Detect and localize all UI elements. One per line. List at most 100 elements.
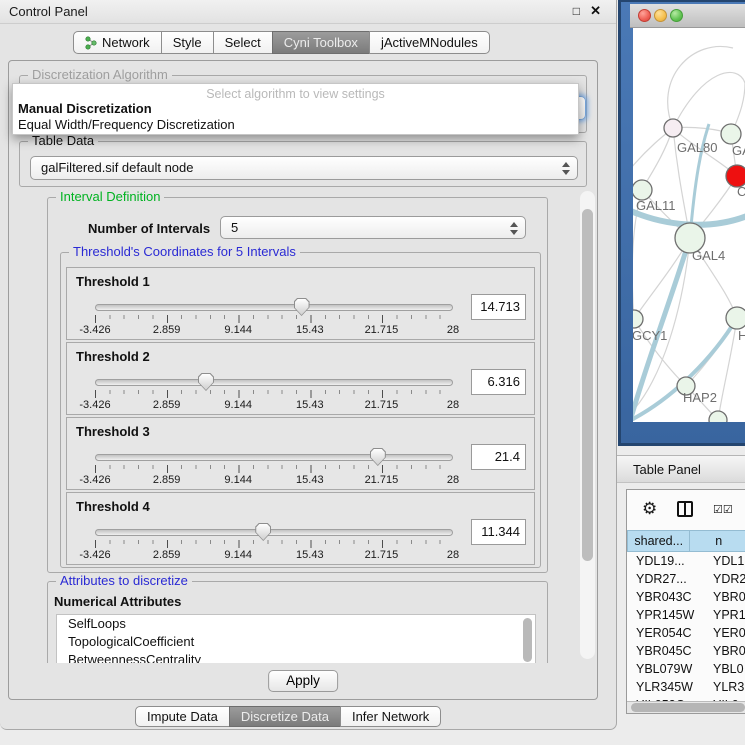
- threshold-1-slider[interactable]: -3.4262.8599.14415.4321.71528: [95, 304, 453, 337]
- tab-select[interactable]: Select: [213, 31, 273, 54]
- cell-name[interactable]: YBR0: [704, 642, 745, 660]
- popup-option-equal-width-frequency[interactable]: Equal Width/Frequency Discretization: [18, 117, 235, 132]
- table-row[interactable]: YDR27...YDR2: [627, 570, 745, 588]
- interval-definition-label: Interval Definition: [56, 189, 164, 204]
- attribute-list-item[interactable]: SelfLoops: [57, 615, 535, 633]
- attributes-to-discretize-label: Attributes to discretize: [56, 573, 192, 588]
- tab-style[interactable]: Style: [161, 31, 214, 54]
- slider-thumb-face: [371, 449, 385, 465]
- horizontal-scrollbar-thumb[interactable]: [631, 703, 745, 712]
- tab-infer-network-label: Infer Network: [352, 709, 429, 724]
- apply-button[interactable]: Apply: [268, 670, 338, 692]
- tick-label: 2.859: [153, 324, 181, 336]
- settings-scrollbar-thumb[interactable]: [582, 209, 593, 561]
- popup-option-manual-discretization[interactable]: Manual Discretization: [18, 101, 152, 116]
- table-row[interactable]: YPR145WYPR1: [627, 606, 745, 624]
- threshold-3-slider[interactable]: -3.4262.8599.14415.4321.71528: [95, 454, 453, 487]
- network-view-window[interactable]: GAL80GACGAL11GAL4GCY1HHAP2: [618, 0, 745, 446]
- network-node[interactable]: [633, 180, 652, 200]
- column-header-name[interactable]: n: [690, 530, 745, 552]
- table-row[interactable]: YBR045CYBR0: [627, 642, 745, 660]
- cell-name[interactable]: YBL0: [704, 660, 744, 678]
- cell-shared-name[interactable]: YPR145W: [627, 606, 704, 624]
- close-window-icon[interactable]: ✕: [590, 3, 601, 19]
- cell-shared-name[interactable]: YDL19...: [627, 552, 704, 570]
- tick-label: 9.144: [224, 474, 252, 486]
- cell-name[interactable]: YDL1: [704, 552, 744, 570]
- tab-network-label: Network: [102, 35, 150, 50]
- tab-network[interactable]: Network: [73, 31, 162, 54]
- numerical-attributes-list[interactable]: SelfLoopsTopologicalCoefficientBetweenne…: [56, 614, 536, 663]
- tick-label: -3.426: [79, 399, 110, 411]
- slider-thumb[interactable]: [294, 298, 310, 316]
- tab-impute-data[interactable]: Impute Data: [135, 706, 230, 727]
- table-row[interactable]: YBL079WYBL0: [627, 660, 745, 678]
- table-row[interactable]: YDL19...YDL1: [627, 552, 745, 570]
- cell-shared-name[interactable]: YBR045C: [627, 642, 704, 660]
- zoom-traffic-light-icon[interactable]: [670, 9, 683, 22]
- number-of-intervals-combobox[interactable]: 5: [220, 216, 526, 239]
- threshold-1-value-field[interactable]: 14.713: [471, 294, 526, 320]
- cell-shared-name[interactable]: YBL079W: [627, 660, 704, 678]
- minimize-traffic-light-icon[interactable]: [654, 9, 667, 22]
- slider-thumb[interactable]: [198, 373, 214, 391]
- threshold-3-value-field[interactable]: 21.4: [471, 444, 526, 470]
- tab-jactivemnodules[interactable]: jActiveMNodules: [369, 31, 490, 54]
- threshold-2-slider[interactable]: -3.4262.8599.14415.4321.71528: [95, 379, 453, 412]
- cell-name[interactable]: YLR3: [704, 678, 744, 696]
- slider-thumb[interactable]: [370, 448, 386, 466]
- columns-icon[interactable]: [677, 501, 693, 517]
- threshold-4-value-field[interactable]: 11.344: [471, 519, 526, 545]
- float-window-icon[interactable]: □: [573, 4, 580, 18]
- slider-ticks: [95, 465, 453, 473]
- network-node-label: C: [737, 184, 745, 199]
- cell-name[interactable]: YBR0: [704, 588, 745, 606]
- slider-thumb-face: [295, 299, 309, 315]
- network-canvas[interactable]: GAL80GACGAL11GAL4GCY1HHAP2: [633, 28, 745, 422]
- spinner-icon: [560, 162, 571, 175]
- tab-cyni-toolbox[interactable]: Cyni Toolbox: [272, 31, 370, 54]
- threshold-2-value-field[interactable]: 6.316: [471, 369, 526, 395]
- network-node[interactable]: [633, 310, 643, 328]
- numerical-attributes-label: Numerical Attributes: [54, 594, 181, 609]
- cell-name[interactable]: YPR1: [704, 606, 745, 624]
- network-node[interactable]: [726, 307, 745, 329]
- column-header-shared-name[interactable]: shared...: [627, 530, 690, 552]
- slider-track[interactable]: [95, 529, 453, 536]
- horizontal-scrollbar-track[interactable]: [627, 701, 745, 713]
- slider-track[interactable]: [95, 304, 453, 311]
- threshold-2-label: Threshold 2: [76, 349, 150, 364]
- tick-label: 21.715: [365, 474, 399, 486]
- cyni-toolbox-pane: Discretization Algorithm Select algorith…: [8, 60, 598, 700]
- table-row[interactable]: YER054CYER0: [627, 624, 745, 642]
- spinner-icon: [508, 222, 519, 235]
- table-row[interactable]: YLR345WYLR3: [627, 678, 745, 696]
- network-node[interactable]: [664, 119, 682, 137]
- table-panel-title: Table Panel: [633, 462, 701, 477]
- threshold-4-slider[interactable]: -3.4262.8599.14415.4321.71528: [95, 529, 453, 562]
- settings-scrollbar-track[interactable]: [580, 191, 595, 659]
- top-tab-bar: Network Style Select Cyni Toolbox jActiv…: [73, 31, 490, 54]
- close-traffic-light-icon[interactable]: [638, 9, 651, 22]
- attribute-list-item[interactable]: BetweennessCentrality: [57, 651, 535, 663]
- table-data-combobox[interactable]: galFiltered.sif default node: [30, 156, 578, 180]
- tab-infer-network[interactable]: Infer Network: [340, 706, 441, 727]
- cell-shared-name[interactable]: YDR27...: [627, 570, 704, 588]
- network-node[interactable]: [721, 124, 741, 144]
- tab-discretize-data[interactable]: Discretize Data: [229, 706, 341, 727]
- tick-label: 15.43: [296, 474, 324, 486]
- slider-track[interactable]: [95, 379, 453, 386]
- list-scrollbar[interactable]: [523, 618, 532, 662]
- tick-label: -3.426: [79, 549, 110, 561]
- slider-thumb[interactable]: [255, 523, 271, 541]
- cell-name[interactable]: YER0: [704, 624, 745, 642]
- cell-shared-name[interactable]: YBR043C: [627, 588, 704, 606]
- cell-shared-name[interactable]: YER054C: [627, 624, 704, 642]
- select-columns-checkboxes-icon[interactable]: ☑☑: [713, 503, 733, 516]
- gear-icon[interactable]: ⚙: [642, 499, 657, 519]
- cell-shared-name[interactable]: YLR345W: [627, 678, 704, 696]
- attribute-list-item[interactable]: TopologicalCoefficient: [57, 633, 535, 651]
- cell-name[interactable]: YDR2: [704, 570, 745, 588]
- slider-track[interactable]: [95, 454, 453, 461]
- table-row[interactable]: YBR043CYBR0: [627, 588, 745, 606]
